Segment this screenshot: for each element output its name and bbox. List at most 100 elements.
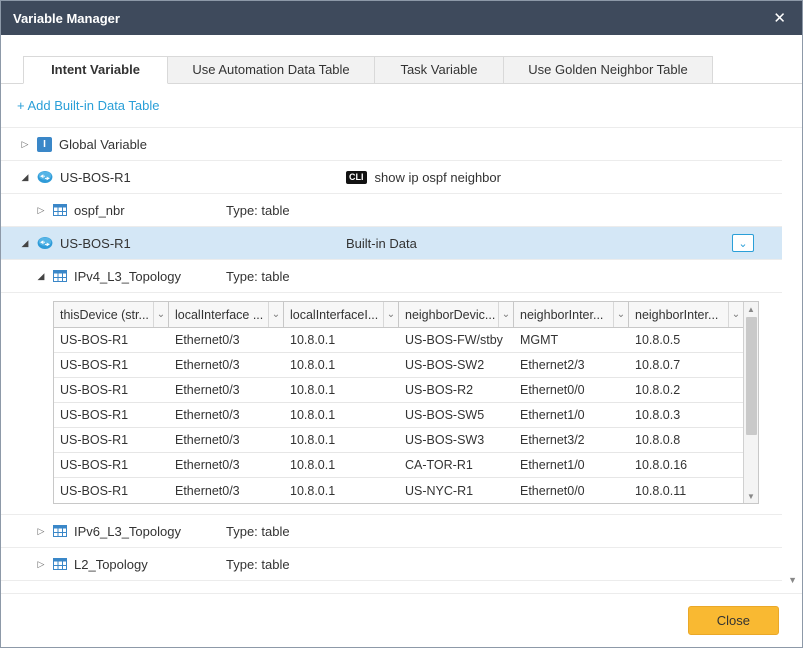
- node-type-text: Type: table: [226, 557, 290, 572]
- table-row[interactable]: US-BOS-R1Ethernet0/310.8.0.1CA-TOR-R1Eth…: [54, 453, 743, 478]
- table-cell: US-BOS-R1: [54, 333, 169, 347]
- row-dropdown[interactable]: ⌄: [732, 234, 754, 252]
- column-dropdown-icon[interactable]: ⌄: [728, 302, 743, 327]
- tree-row-global-variable[interactable]: ▷ I Global Variable: [1, 128, 782, 161]
- grid-column-header[interactable]: neighborInter...⌄: [514, 302, 629, 327]
- device-icon: [37, 169, 53, 185]
- column-dropdown-icon[interactable]: ⌄: [153, 302, 168, 327]
- node-type-text: Type: table: [226, 203, 290, 218]
- tree-row-ospf-nbr[interactable]: ▷ ospf_nbr Type: table: [1, 194, 782, 227]
- tree-row-l2-topology[interactable]: ▷ L2_Topology Type: table: [1, 548, 782, 581]
- table-cell: Ethernet0/0: [514, 383, 629, 397]
- table-row[interactable]: US-BOS-R1Ethernet0/310.8.0.1US-BOS-SW5Et…: [54, 403, 743, 428]
- table-cell: Ethernet1/0: [514, 408, 629, 422]
- table-icon: [53, 269, 67, 283]
- column-dropdown-icon[interactable]: ⌄: [613, 302, 628, 327]
- add-builtin-row: + Add Built-in Data Table: [1, 84, 802, 128]
- column-header-label: localInterfaceI...: [284, 308, 383, 322]
- variable-manager-dialog: Variable Manager ✕ Intent Variable Use A…: [0, 0, 803, 648]
- grid-main: thisDevice (str...⌄localInterface ...⌄lo…: [54, 302, 743, 503]
- close-icon[interactable]: ✕: [769, 9, 790, 28]
- dialog-footer: Close: [1, 593, 802, 647]
- table-icon: [53, 203, 67, 217]
- column-dropdown-icon[interactable]: ⌄: [268, 302, 283, 327]
- table-cell: US-BOS-SW2: [399, 358, 514, 372]
- table-cell: Ethernet1/0: [514, 458, 629, 472]
- global-variable-icon: I: [37, 137, 52, 152]
- collapse-caret-icon[interactable]: ◢: [19, 238, 31, 249]
- table-cell: Ethernet2/3: [514, 358, 629, 372]
- table-row[interactable]: US-BOS-R1Ethernet0/310.8.0.1US-BOS-SW2Et…: [54, 353, 743, 378]
- table-cell: US-BOS-R1: [54, 484, 169, 498]
- tree-row-ipv4-topology[interactable]: ◢ IPv4_L3_Topology Type: table: [1, 260, 782, 293]
- table-icon: [53, 557, 67, 571]
- scroll-up-icon[interactable]: ▲: [744, 302, 758, 316]
- table-cell: Ethernet3/2: [514, 433, 629, 447]
- variable-tree: ▷ I Global Variable ◢ US-BOS-R1 CLI show…: [1, 128, 802, 581]
- table-cell: 10.8.0.1: [284, 358, 399, 372]
- table-row[interactable]: US-BOS-R1Ethernet0/310.8.0.1US-BOS-R2Eth…: [54, 378, 743, 403]
- table-cell: 10.8.0.1: [284, 484, 399, 498]
- expand-caret-icon[interactable]: ▷: [19, 139, 31, 150]
- grid-column-header[interactable]: neighborInter...⌄: [629, 302, 743, 327]
- tab-task-variable[interactable]: Task Variable: [374, 56, 504, 84]
- tree-node-label: L2_Topology: [74, 557, 148, 572]
- column-header-label: thisDevice (str...: [54, 308, 153, 322]
- table-cell: US-BOS-R2: [399, 383, 514, 397]
- expand-caret-icon[interactable]: ▷: [35, 559, 47, 570]
- table-cell: 10.8.0.1: [284, 333, 399, 347]
- table-cell: CA-TOR-R1: [399, 458, 514, 472]
- add-builtin-data-table-link[interactable]: + Add Built-in Data Table: [17, 98, 160, 113]
- tree-row-device-cli[interactable]: ◢ US-BOS-R1 CLI show ip ospf neighbor: [1, 161, 782, 194]
- tree-node-label: ospf_nbr: [74, 203, 125, 218]
- table-cell: Ethernet0/3: [169, 484, 284, 498]
- data-grid: thisDevice (str...⌄localInterface ...⌄lo…: [53, 301, 759, 504]
- table-cell: US-NYC-R1: [399, 484, 514, 498]
- expand-caret-icon[interactable]: ▷: [35, 205, 47, 216]
- table-cell: US-BOS-R1: [54, 458, 169, 472]
- table-cell: US-BOS-R1: [54, 358, 169, 372]
- table-cell: 10.8.0.1: [284, 383, 399, 397]
- grid-column-header[interactable]: neighborDevic...⌄: [399, 302, 514, 327]
- table-cell: US-BOS-R1: [54, 408, 169, 422]
- grid-scrollbar[interactable]: ▲ ▼: [743, 302, 758, 503]
- table-cell: 10.8.0.3: [629, 408, 743, 422]
- tree-row-ipv6-topology[interactable]: ▷ IPv6_L3_Topology Type: table: [1, 515, 782, 548]
- tree-node-label: Global Variable: [59, 137, 147, 152]
- cli-command-text: show ip ospf neighbor: [375, 170, 501, 185]
- node-type-text: Type: table: [226, 269, 290, 284]
- grid-column-header[interactable]: localInterface ...⌄: [169, 302, 284, 327]
- column-dropdown-icon[interactable]: ⌄: [498, 302, 513, 327]
- tab-use-automation-data-table[interactable]: Use Automation Data Table: [167, 56, 375, 84]
- ipv4-table-block: thisDevice (str...⌄localInterface ...⌄lo…: [1, 293, 782, 515]
- builtin-data-text: Built-in Data: [346, 236, 417, 251]
- tab-use-golden-neighbor-table[interactable]: Use Golden Neighbor Table: [503, 56, 713, 84]
- table-cell: US-BOS-SW5: [399, 408, 514, 422]
- column-dropdown-icon[interactable]: ⌄: [383, 302, 398, 327]
- content-scroll-down-icon[interactable]: ▼: [788, 575, 797, 585]
- expand-caret-icon[interactable]: ▷: [35, 526, 47, 537]
- table-cell: 10.8.0.16: [629, 458, 743, 472]
- tab-bar: Intent Variable Use Automation Data Tabl…: [1, 56, 802, 84]
- collapse-caret-icon[interactable]: ◢: [19, 172, 31, 183]
- table-row[interactable]: US-BOS-R1Ethernet0/310.8.0.1US-BOS-SW3Et…: [54, 428, 743, 453]
- close-button[interactable]: Close: [688, 606, 779, 635]
- tab-intent-variable[interactable]: Intent Variable: [23, 56, 168, 84]
- grid-column-header[interactable]: thisDevice (str...⌄: [54, 302, 169, 327]
- table-icon: [53, 524, 67, 538]
- table-cell: Ethernet0/3: [169, 358, 284, 372]
- column-header-label: localInterface ...: [169, 308, 268, 322]
- cli-command-group: CLI show ip ospf neighbor: [346, 170, 501, 185]
- table-cell: US-BOS-R1: [54, 383, 169, 397]
- grid-body: US-BOS-R1Ethernet0/310.8.0.1US-BOS-FW/st…: [54, 328, 743, 503]
- table-row[interactable]: US-BOS-R1Ethernet0/310.8.0.1US-NYC-R1Eth…: [54, 478, 743, 503]
- grid-column-header[interactable]: localInterfaceI...⌄: [284, 302, 399, 327]
- scroll-down-icon[interactable]: ▼: [744, 489, 758, 503]
- table-cell: Ethernet0/3: [169, 458, 284, 472]
- scrollbar-thumb[interactable]: [746, 317, 757, 435]
- table-row[interactable]: US-BOS-R1Ethernet0/310.8.0.1US-BOS-FW/st…: [54, 328, 743, 353]
- collapse-caret-icon[interactable]: ◢: [35, 271, 47, 282]
- table-cell: 10.8.0.11: [629, 484, 743, 498]
- tree-row-device-builtin[interactable]: ◢ US-BOS-R1 Built-in Data ⌄: [1, 227, 782, 260]
- table-cell: 10.8.0.1: [284, 433, 399, 447]
